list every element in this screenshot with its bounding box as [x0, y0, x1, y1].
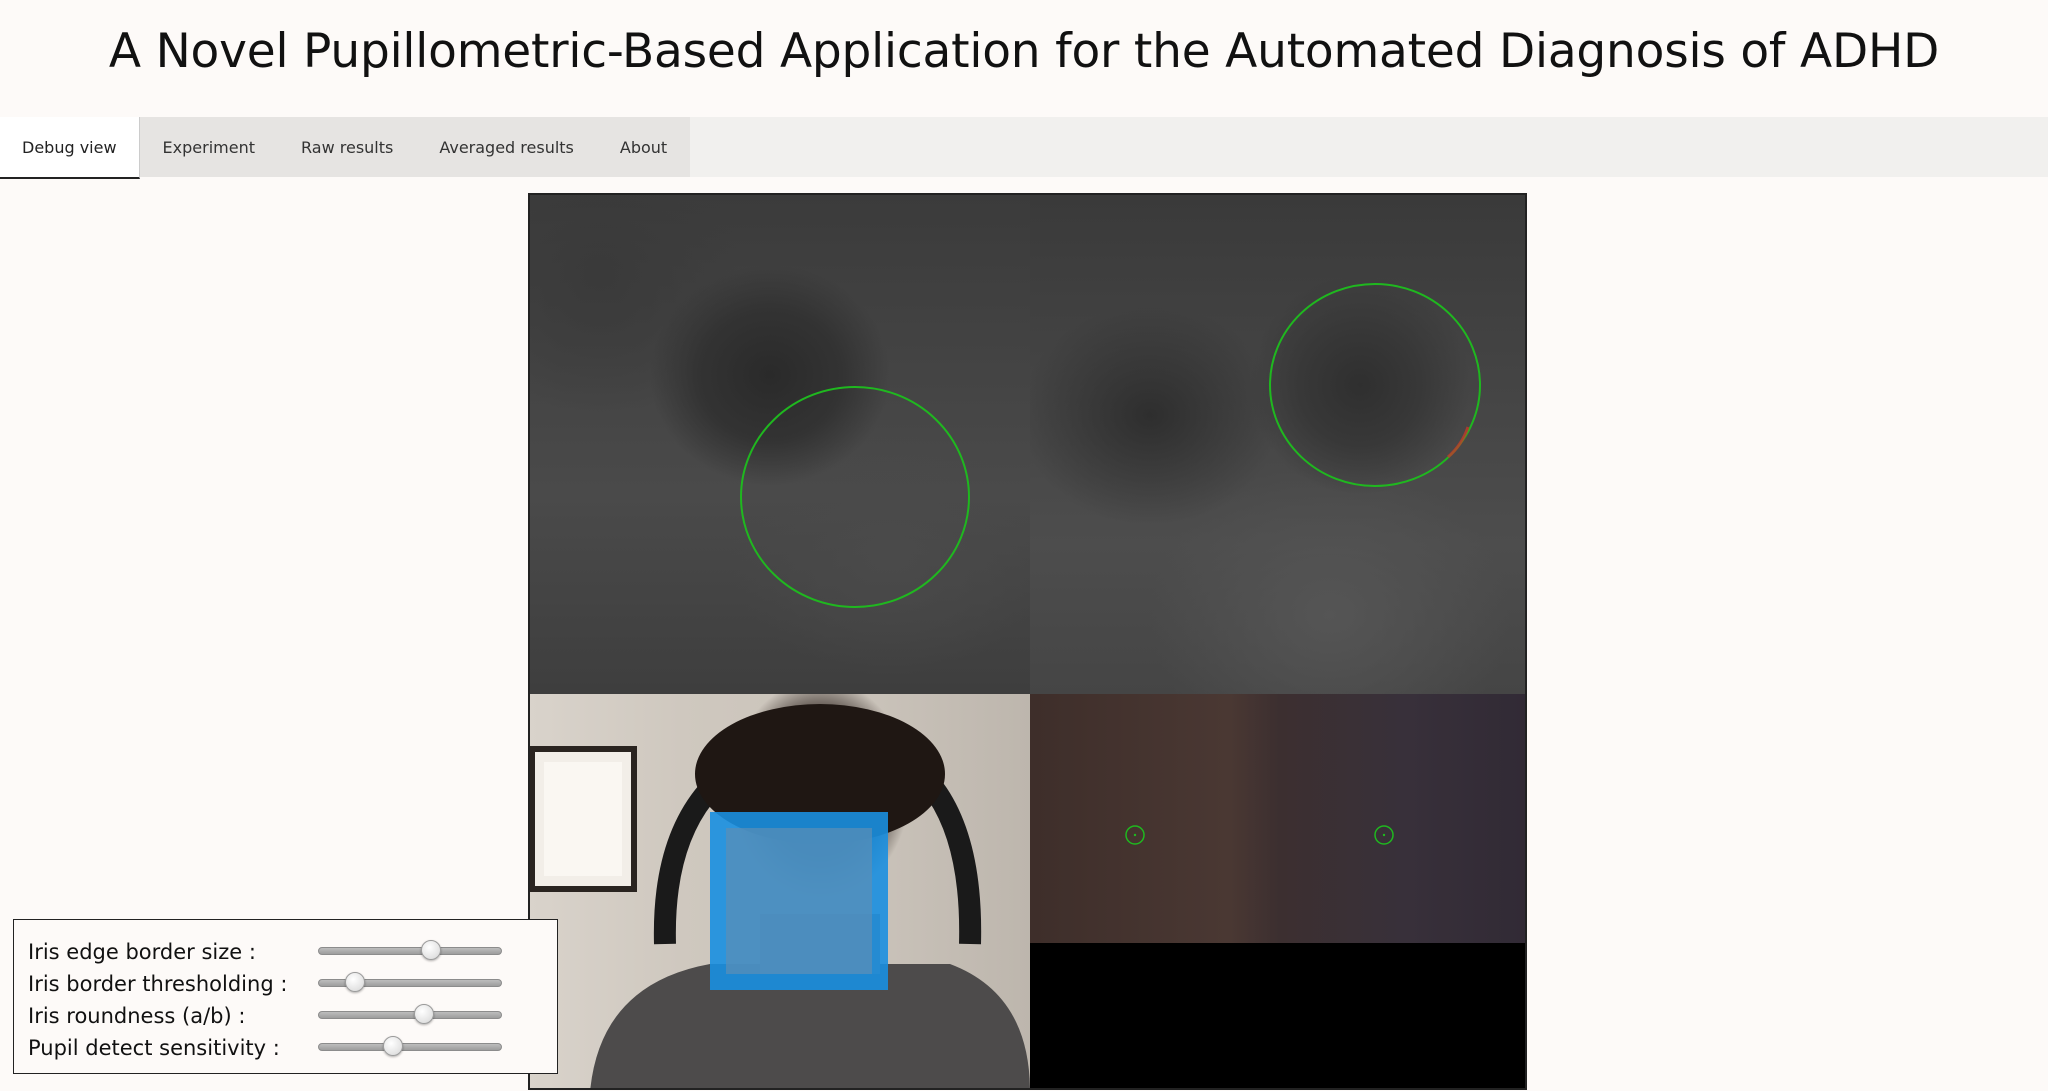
- iris-border-thresholding-thumb[interactable]: [345, 972, 365, 992]
- iris-border-thresholding-label: Iris border thresholding :: [28, 972, 288, 996]
- right-pupil-center: [1382, 833, 1386, 837]
- frame-document: [544, 762, 622, 876]
- control-row: Iris border thresholding :: [28, 969, 287, 999]
- pupil-detect-sensitivity-slider[interactable]: [318, 1036, 502, 1056]
- control-row: Pupil detect sensitivity :: [28, 1033, 280, 1063]
- pupil-overlay: [1125, 825, 1394, 845]
- pupil-detect-sensitivity-label: Pupil detect sensitivity :: [28, 1036, 280, 1060]
- tab-averaged-results[interactable]: Averaged results: [416, 117, 597, 177]
- tab-list: Debug view Experiment Raw results Averag…: [0, 117, 691, 179]
- pupil-detect-views: [1030, 694, 1525, 943]
- camera-scene: [530, 704, 1030, 1088]
- tab-raw-results[interactable]: Raw results: [278, 117, 416, 177]
- page-title: A Novel Pupillometric-Based Application …: [108, 24, 1940, 79]
- iris-edge-border-size-thumb[interactable]: [421, 940, 441, 960]
- left-eye-iris-view: [530, 195, 1030, 694]
- iris-roundness-label: Iris roundness (a/b) :: [28, 1004, 246, 1028]
- left-pupil-center: [1133, 833, 1137, 837]
- tab-about[interactable]: About: [597, 117, 690, 177]
- iris-edge-border-size-label: Iris edge border size :: [28, 940, 256, 964]
- pupil-detect-sensitivity-thumb[interactable]: [383, 1036, 403, 1056]
- right-eye-iris-view: [1030, 195, 1525, 694]
- left-iris-overlay: [740, 386, 970, 608]
- empty-panel: [1030, 943, 1525, 1088]
- iris-roundness-thumb[interactable]: [414, 1004, 434, 1024]
- control-row: Iris roundness (a/b) :: [28, 1001, 245, 1031]
- left-iris-circle: [740, 386, 970, 608]
- tab-bar: Debug view Experiment Raw results Averag…: [0, 117, 2048, 179]
- debug-video-canvas: [528, 193, 1527, 1090]
- camera-face-view: [530, 694, 1030, 1088]
- iris-roundness-slider[interactable]: [318, 1004, 502, 1024]
- tab-debug-view[interactable]: Debug view: [0, 117, 140, 179]
- detection-controls-panel: Iris edge border size : Iris border thre…: [13, 919, 558, 1074]
- right-iris-overlay: [1269, 283, 1481, 487]
- face-detection-inner: [726, 828, 872, 974]
- iris-border-thresholding-slider[interactable]: [318, 972, 502, 992]
- tab-experiment[interactable]: Experiment: [140, 117, 278, 177]
- right-iris-edge-highlight: [1447, 426, 1470, 459]
- control-row: Iris edge border size :: [28, 937, 256, 967]
- iris-edge-border-size-slider[interactable]: [318, 940, 502, 960]
